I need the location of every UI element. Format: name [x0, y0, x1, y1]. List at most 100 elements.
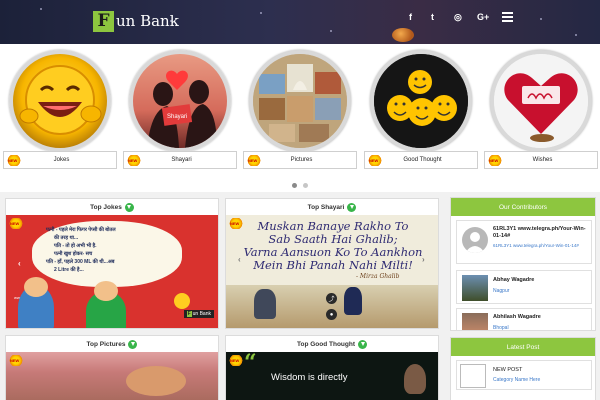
panel-header: Top Jokes	[6, 199, 218, 215]
post-category[interactable]: Category Name Here	[493, 377, 540, 383]
carousel-prev-arrow[interactable]: ‹	[238, 255, 241, 264]
monuments-collage-icon	[253, 54, 347, 148]
top-shayari-panel: Top Shayari Muskan Banaye Rakho To Sab S…	[225, 198, 439, 329]
good-thought-image[interactable]: “ Wisdom is directly	[226, 350, 438, 400]
category-pictures[interactable]: Pictures	[243, 151, 357, 169]
new-badge-icon	[9, 218, 23, 229]
category-label: Shayari	[171, 157, 192, 163]
category-image-pictures[interactable]	[249, 50, 351, 152]
category-label: Pictures	[290, 157, 313, 163]
planet-decoration	[392, 28, 414, 42]
category-image-wishes[interactable]	[490, 50, 592, 152]
joke-line: पति - हाँ, पहले 300 ML की थी...अब	[46, 259, 115, 265]
new-badge-icon	[127, 154, 141, 166]
laughing-emoji-icon	[19, 65, 102, 135]
couple-silhouette-icon: Shayari	[147, 70, 217, 148]
good-thought-text: Wisdom is directly	[271, 372, 348, 383]
hamburger-menu-icon[interactable]	[502, 12, 513, 22]
panel-title: Top Shayari	[307, 203, 345, 211]
joke-image[interactable]: पत्नी - पहले मेरा फिगर पेप्सी की बोतल की…	[6, 215, 218, 328]
quote-mark-icon: “	[244, 350, 257, 376]
joke-line: पत्नी खुश होकर- सच	[54, 251, 93, 257]
pet-photo	[126, 366, 186, 396]
contributor-name[interactable]: Abhilash Wagadre	[493, 314, 541, 320]
star-decoration	[575, 34, 577, 36]
arrow-down-icon	[358, 339, 367, 349]
post-thumbnail	[460, 364, 486, 388]
panel-title: Top Jokes	[90, 203, 122, 211]
category-jokes[interactable]: Jokes	[3, 151, 117, 169]
category-wishes[interactable]: Wishes	[484, 151, 598, 169]
carousel-prev-arrow[interactable]: ‹	[18, 259, 21, 268]
instagram-icon[interactable]: ◎	[454, 12, 462, 23]
logo-text: un Bank	[116, 12, 179, 30]
site-logo[interactable]: F un Bank	[93, 10, 179, 32]
star-decoration	[260, 12, 262, 14]
category-image-jokes[interactable]	[9, 50, 111, 152]
post-title[interactable]: NEW POST	[493, 367, 522, 373]
brand-text: un Bank	[192, 311, 211, 317]
contributor-item[interactable]: Abhay Wagadre Nagpur	[456, 270, 592, 304]
category-label: Good Thought	[403, 157, 442, 163]
smiley-faces-icon	[374, 54, 468, 148]
category-shayari[interactable]: Shayari	[123, 151, 237, 169]
contributor-location: 61RL3Y1 www.telegra.ph/Your-Win-01-14#	[493, 243, 579, 248]
new-badge-icon	[368, 154, 382, 166]
carousel-next-arrow[interactable]: ›	[422, 255, 425, 264]
contributor-item[interactable]: 61RL3Y1 www.telegra.ph/Your-Win-01-14# 6…	[456, 220, 592, 264]
facebook-icon[interactable]: f	[409, 12, 412, 22]
default-avatar-icon	[462, 227, 488, 253]
carousel-pagination	[292, 183, 308, 188]
picture-image[interactable]	[6, 352, 218, 400]
latest-post-panel: Latest Post NEW POST Category Name Here	[450, 337, 596, 400]
star-decoration	[40, 8, 42, 10]
quote-author: - Mirza Ghalib	[356, 273, 400, 280]
category-label: Jokes	[53, 157, 70, 163]
wife-face	[94, 281, 118, 301]
new-badge-icon	[488, 154, 502, 166]
brand-letter: F	[186, 311, 192, 317]
contributor-item[interactable]: Abhilash Wagadre Bhopal	[456, 308, 592, 330]
share-icon[interactable]: ⤴	[326, 293, 337, 304]
category-carousel: Jokes Shayari Shayari	[0, 44, 600, 192]
panel-header: Top Pictures	[6, 336, 218, 352]
twitter-icon[interactable]: t	[431, 12, 434, 22]
category-good-thought[interactable]: Good Thought	[364, 151, 478, 169]
category-image-good-thought[interactable]	[370, 50, 472, 152]
top-pictures-panel: Top Pictures	[5, 335, 219, 400]
new-badge-icon	[247, 154, 261, 166]
carousel-dot[interactable]	[303, 183, 308, 188]
contributor-name[interactable]: 61RL3Y1 www.telegra.ph/Your-Win-01-14#	[493, 226, 589, 240]
laughing-emoji-icon	[174, 293, 190, 309]
contributor-photo	[462, 313, 488, 330]
view-icon[interactable]: ●	[326, 309, 337, 320]
panel-header: Top Shayari	[226, 199, 438, 215]
svg-text:Shayari: Shayari	[167, 114, 187, 120]
new-badge-icon	[7, 154, 21, 166]
contributors-title: Our Contributors	[451, 198, 595, 216]
google-plus-icon[interactable]: G+	[477, 12, 489, 22]
contributor-name[interactable]: Abhay Wagadre	[493, 277, 534, 283]
new-badge-icon	[9, 355, 23, 366]
contributor-photo	[462, 275, 488, 301]
binocular-silhouette	[254, 289, 276, 319]
heart-gift-icon	[494, 54, 588, 148]
funbank-brand-tag: Fun Bank	[183, 310, 214, 318]
latest-post-item[interactable]: NEW POST Category Name Here	[456, 360, 592, 390]
site-header: F un Bank f t ◎ G+	[0, 0, 600, 44]
shayari-image[interactable]: Muskan Banaye Rakho To Sab Saath Hai Gha…	[226, 215, 438, 328]
category-image-shayari[interactable]: Shayari	[129, 50, 231, 152]
contributors-panel: Our Contributors 61RL3Y1 www.telegra.ph/…	[450, 197, 596, 331]
joke-line: की तरह था...	[54, 235, 79, 241]
panel-header: Top Good Thought	[226, 336, 438, 352]
quote-line: Mein Bhi Panah Nahi Milti!	[253, 258, 413, 272]
carousel-dot[interactable]	[292, 183, 297, 188]
arrow-down-icon	[124, 202, 134, 212]
panel-title: Top Good Thought	[297, 340, 355, 348]
husband-face	[24, 277, 48, 297]
author-photo	[404, 364, 426, 394]
star-decoration	[540, 18, 542, 20]
latest-post-title: Latest Post	[451, 338, 595, 356]
arrow-down-icon	[347, 202, 357, 212]
contributor-location: Nagpur	[493, 288, 510, 294]
